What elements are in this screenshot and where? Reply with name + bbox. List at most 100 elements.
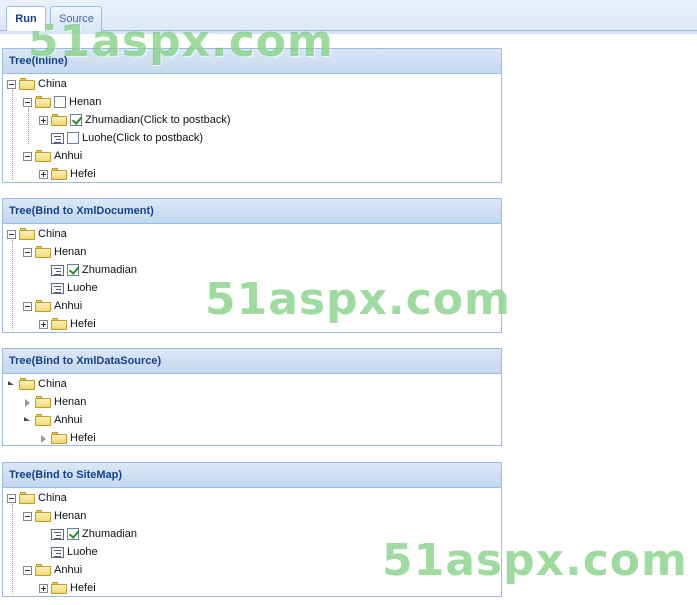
tree-node-anhui[interactable]: Anhui (23, 147, 82, 165)
tree-node-luohe[interactable]: Luohe(Click to postback) (51, 129, 203, 147)
collapse-icon[interactable] (23, 151, 32, 161)
node-label[interactable]: Henan (69, 93, 101, 111)
tree-node-hefei[interactable]: Hefei (39, 315, 96, 333)
page-icon (51, 264, 64, 276)
folder-icon (35, 396, 51, 408)
node-label[interactable]: Anhui (54, 411, 82, 429)
expand-icon[interactable] (39, 583, 48, 593)
tree-node-china[interactable]: China (7, 75, 67, 93)
folder-open-icon (19, 228, 35, 240)
tree-node-zhumadian[interactable]: Zhumadian(Click to postback) (39, 111, 231, 129)
node-label[interactable]: China (38, 489, 67, 507)
tree-node-henan[interactable]: Henan (23, 507, 86, 525)
tree-node-hefei[interactable]: Hefei (39, 429, 96, 447)
tree-node-henan[interactable]: Henan (23, 93, 101, 111)
folder-open-icon (19, 378, 35, 390)
folder-icon (51, 432, 67, 444)
tree-node-luohe[interactable]: Luohe (51, 543, 98, 561)
tree-node-anhui[interactable]: Anhui (23, 411, 82, 429)
node-label[interactable]: Zhumadian (82, 525, 137, 543)
node-label[interactable]: Henan (54, 507, 86, 525)
collapse-icon[interactable] (23, 511, 32, 521)
node-label[interactable]: Luohe (67, 543, 98, 561)
tree-connector-line (28, 108, 29, 144)
tree-node-henan[interactable]: Henan (23, 243, 86, 261)
folder-open-icon (35, 246, 51, 258)
node-label[interactable]: Zhumadian(Click to postback) (85, 111, 231, 129)
collapsed-arrow-icon[interactable] (39, 434, 48, 443)
panel-title: Tree(Bind to SiteMap) (3, 463, 501, 488)
collapse-icon[interactable] (7, 79, 16, 89)
tree-node-anhui[interactable]: Anhui (23, 297, 82, 315)
expanded-arrow-icon[interactable] (23, 416, 32, 425)
folder-icon (51, 168, 67, 180)
tree-node-zhumadian[interactable]: Zhumadian (51, 525, 137, 543)
node-label[interactable]: Hefei (70, 579, 96, 597)
panel-tree-xmldatasource: Tree(Bind to XmlDataSource) China Henan … (2, 348, 502, 446)
tab-source[interactable]: Source (50, 6, 102, 31)
node-label[interactable]: Anhui (54, 147, 82, 165)
folder-open-icon (35, 510, 51, 522)
node-label[interactable]: Anhui (54, 561, 82, 579)
panel-tree-xmldocument: Tree(Bind to XmlDocument) China Henan Zh… (2, 198, 502, 333)
folder-open-icon (35, 414, 51, 426)
panel-tree-inline: Tree(Inline) China Henan Zhumadian(Click… (2, 48, 502, 183)
folder-icon (51, 114, 67, 126)
node-label[interactable]: Henan (54, 393, 86, 411)
tab-strip: Run Source (0, 0, 697, 34)
expanded-arrow-icon[interactable] (7, 380, 16, 389)
folder-icon (51, 318, 67, 330)
page-icon (51, 282, 64, 294)
node-label[interactable]: Zhumadian (82, 261, 137, 279)
page-icon (51, 132, 64, 144)
tree-node-henan[interactable]: Henan (23, 393, 86, 411)
tree-node-anhui[interactable]: Anhui (23, 561, 82, 579)
tree-node-luohe[interactable]: Luohe (51, 279, 98, 297)
node-label[interactable]: Henan (54, 243, 86, 261)
tree-node-hefei[interactable]: Hefei (39, 165, 96, 183)
luohe-checkbox[interactable] (67, 132, 79, 144)
folder-open-icon (35, 96, 51, 108)
tab-run[interactable]: Run (6, 6, 46, 31)
node-label[interactable]: Luohe (67, 279, 98, 297)
folder-open-icon (19, 492, 35, 504)
tree-connector-line (12, 240, 13, 330)
page-icon (51, 546, 64, 558)
tab-strip-rule (0, 30, 697, 34)
tree-node-china[interactable]: China (7, 489, 67, 507)
node-label[interactable]: Anhui (54, 297, 82, 315)
node-label[interactable]: China (38, 75, 67, 93)
folder-open-icon (19, 78, 35, 90)
node-label[interactable]: Luohe(Click to postback) (82, 129, 203, 147)
folder-icon (51, 582, 67, 594)
collapse-icon[interactable] (23, 247, 32, 257)
zhumadian-checkbox[interactable] (70, 114, 82, 126)
tree-node-hefei[interactable]: Hefei (39, 579, 96, 597)
collapse-icon[interactable] (23, 565, 32, 575)
panel-title: Tree(Inline) (3, 49, 501, 74)
expand-icon[interactable] (39, 115, 48, 125)
collapse-icon[interactable] (23, 97, 32, 107)
node-label[interactable]: Hefei (70, 429, 96, 447)
tree-connector-line (12, 504, 13, 594)
henan-checkbox[interactable] (54, 96, 66, 108)
page-icon (51, 528, 64, 540)
collapsed-arrow-icon[interactable] (23, 398, 32, 407)
tree-node-zhumadian[interactable]: Zhumadian (51, 261, 137, 279)
collapse-icon[interactable] (7, 493, 16, 503)
collapse-icon[interactable] (7, 229, 16, 239)
zhumadian-checkbox[interactable] (67, 264, 79, 276)
node-label[interactable]: Hefei (70, 165, 96, 183)
node-label[interactable]: China (38, 375, 67, 393)
tree-node-china[interactable]: China (7, 225, 67, 243)
collapse-icon[interactable] (23, 301, 32, 311)
panel-title: Tree(Bind to XmlDataSource) (3, 349, 501, 374)
node-label[interactable]: China (38, 225, 67, 243)
node-label[interactable]: Hefei (70, 315, 96, 333)
zhumadian-checkbox[interactable] (67, 528, 79, 540)
tree-node-china[interactable]: China (7, 375, 67, 393)
expand-icon[interactable] (39, 169, 48, 179)
folder-open-icon (35, 564, 51, 576)
panel-tree-sitemap: Tree(Bind to SiteMap) China Henan Zhumad… (2, 462, 502, 597)
expand-icon[interactable] (39, 319, 48, 329)
